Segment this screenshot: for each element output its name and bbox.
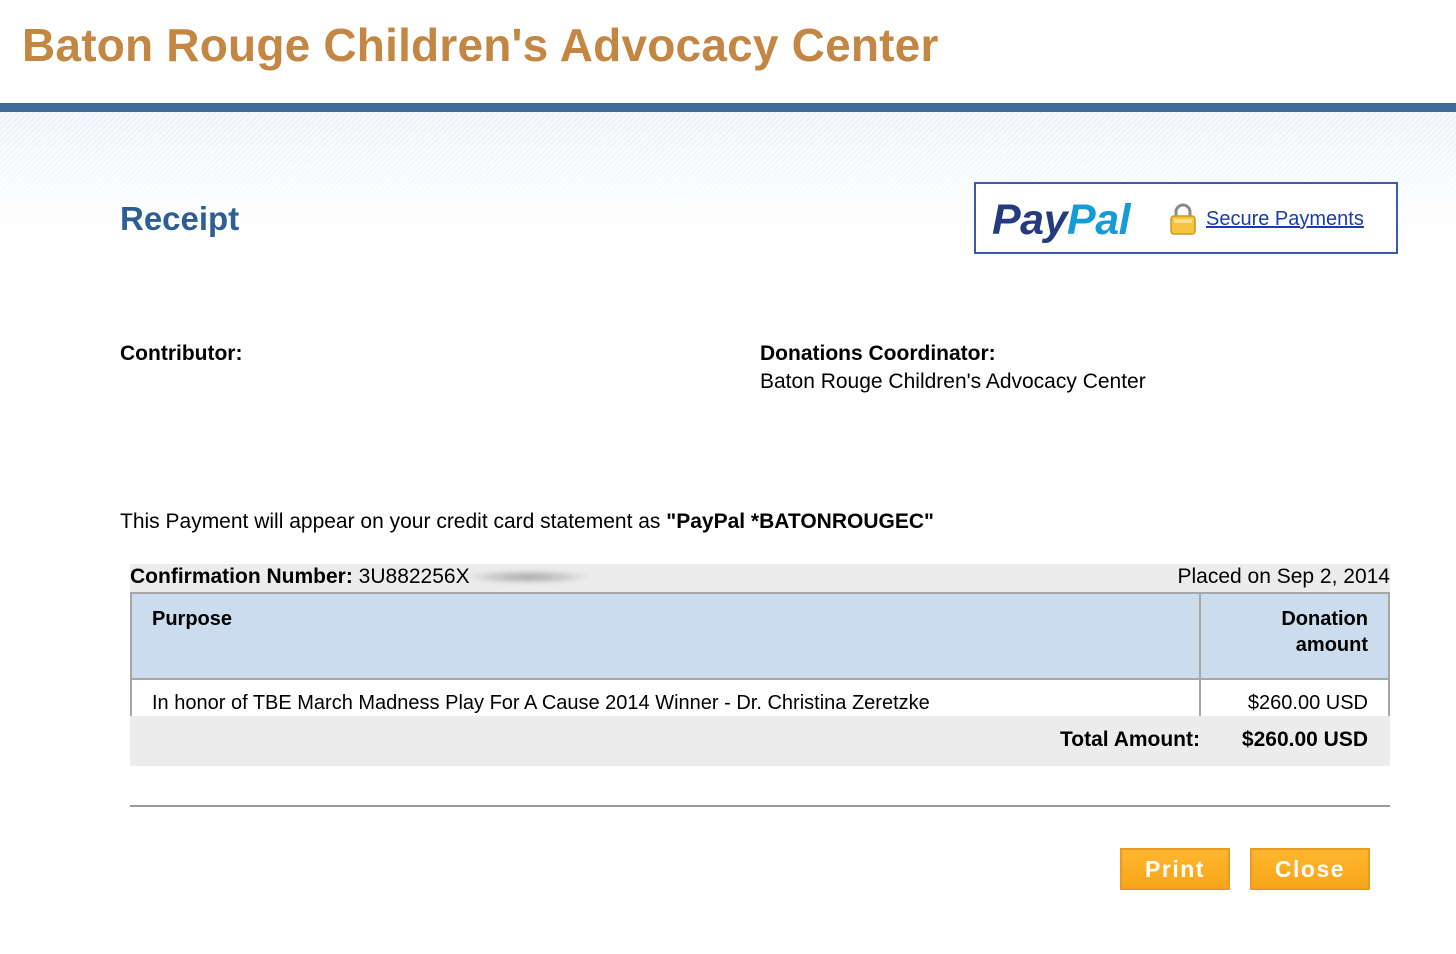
table-header-row: Purpose Donation amount — [130, 592, 1390, 680]
purpose-header: Purpose — [130, 592, 1201, 680]
confirmation-value: 3U882256X — [358, 565, 470, 588]
amount-header-line2: amount — [1295, 634, 1368, 656]
amount-header-line1: Donation — [1281, 608, 1368, 630]
placed-on-date: Placed on Sep 2, 2014 — [1177, 565, 1390, 588]
statement-note: This Payment will appear on your credit … — [120, 510, 934, 534]
statement-descriptor: "PayPal *BATONROUGEC" — [666, 510, 934, 533]
contributor-label: Contributor: — [120, 342, 243, 365]
amount-header: Donation amount — [1199, 592, 1390, 680]
print-button[interactable]: Print — [1120, 848, 1230, 890]
footer-divider — [130, 805, 1390, 807]
statement-prefix: This Payment will appear on your credit … — [120, 510, 667, 533]
coordinator-name: Baton Rouge Children's Advocacy Center — [760, 370, 1146, 393]
lock-icon — [1170, 203, 1196, 235]
confirmation-bar: Confirmation Number: 3U882256X Placed on… — [130, 564, 1390, 592]
close-button[interactable]: Close — [1250, 848, 1370, 890]
total-label: Total Amount: — [1060, 728, 1200, 751]
paypal-logo-pal: Pal — [1067, 196, 1131, 244]
coordinator-label: Donations Coordinator: — [760, 342, 996, 365]
donation-table: Purpose Donation amount In honor of TBE M… — [130, 592, 1390, 728]
org-title: Baton Rouge Children's Advocacy Center — [22, 19, 939, 71]
redaction-blur — [467, 570, 588, 585]
paypal-logo-pay: Pay — [992, 196, 1068, 244]
total-bar: Total Amount: $260.00 USD — [130, 716, 1390, 766]
paypal-logo: PayPal — [992, 196, 1131, 245]
confirmation-number: Confirmation Number: 3U882256X — [130, 565, 588, 589]
confirmation-label: Confirmation Number: — [130, 565, 353, 588]
secure-payments-link[interactable]: Secure Payments — [1206, 208, 1364, 231]
total-value: $260.00 USD — [1241, 728, 1368, 751]
header-divider-bar — [0, 103, 1456, 112]
paypal-secure-badge: PayPal Secure Payments — [974, 182, 1398, 254]
page-title: Receipt — [120, 200, 240, 237]
